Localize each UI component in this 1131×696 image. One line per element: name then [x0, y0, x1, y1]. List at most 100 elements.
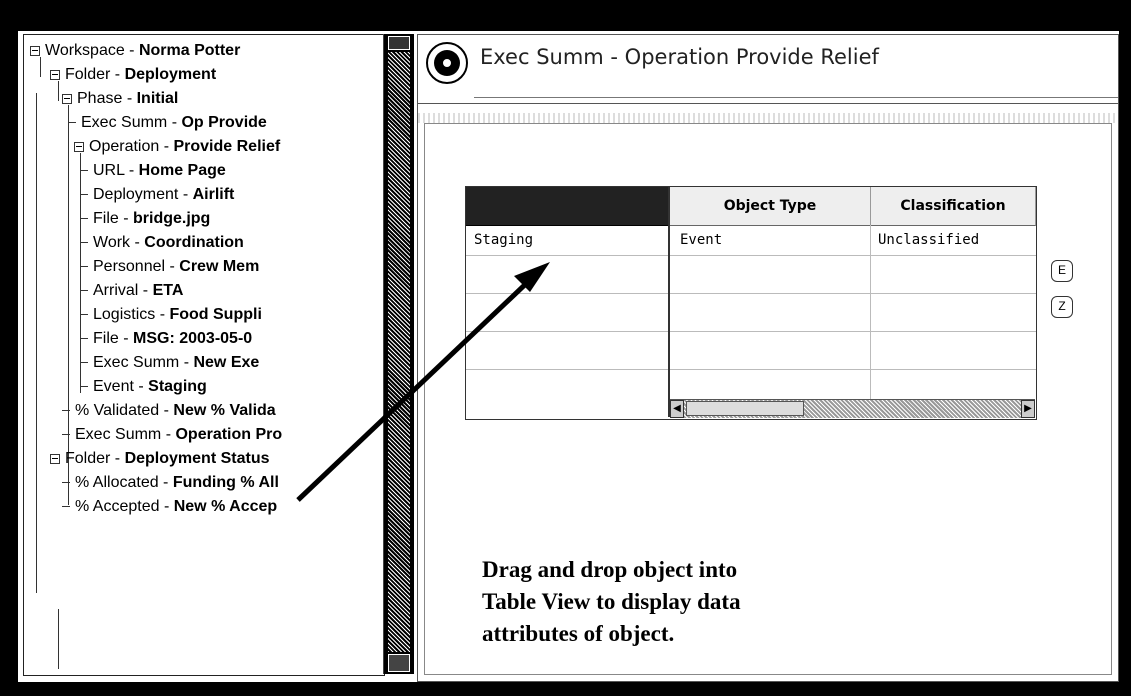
tree-item-sep: -	[138, 282, 153, 299]
tree-item-name: Op Provide	[181, 114, 267, 131]
tree-item-event-staging[interactable]: Event - Staging	[80, 375, 207, 399]
side-button-z[interactable]: Z	[1051, 296, 1073, 318]
tree-item-sep: -	[158, 474, 173, 491]
tree-item-folder-status[interactable]: Folder - Deployment Status	[50, 447, 270, 471]
tree-item-accepted[interactable]: % Accepted - New % Accep	[62, 495, 277, 519]
table-row-header-column: Staging	[466, 187, 670, 417]
tree-item-sep: -	[179, 354, 194, 371]
workspace-tree: Workspace - Norma Potter Folder - Deploy…	[23, 34, 385, 676]
tree-connector	[80, 290, 88, 292]
tree-item-type: Phase	[77, 90, 123, 107]
collapse-icon[interactable]	[50, 453, 60, 464]
collapse-icon[interactable]	[50, 69, 60, 80]
tree-item-exec-summ-op[interactable]: Exec Summ - Op Provide	[68, 111, 267, 135]
collapse-icon[interactable]	[30, 45, 40, 56]
tree-item-arrival[interactable]: Arrival - ETA	[80, 279, 183, 303]
tree-item-phase[interactable]: Phase - Initial	[62, 87, 178, 111]
scroll-right-icon[interactable]: ▶	[1021, 400, 1035, 418]
tree-item-logistics[interactable]: Logistics - Food Suppli	[80, 303, 262, 327]
tree-item-exec-summ-operation[interactable]: Exec Summ - Operation Pro	[62, 423, 282, 447]
tree-item-sep: -	[133, 378, 149, 395]
tree-item-type: Workspace	[45, 42, 125, 59]
tree-connector	[80, 218, 88, 220]
tree-item-work[interactable]: Work - Coordination	[80, 231, 244, 255]
table-view[interactable]: Staging Object Type Classification Event…	[465, 186, 1037, 420]
tree-item-workspace[interactable]: Workspace - Norma Potter	[30, 39, 240, 63]
tree-item-type: Exec Summ	[93, 354, 180, 371]
tree-item-name: Coordination	[144, 234, 244, 251]
tree-connector	[62, 434, 70, 436]
exec-summ-panel: Exec Summ - Operation Provide Relief Sta…	[417, 34, 1119, 682]
table-row-label[interactable]: Staging	[474, 232, 533, 248]
tree-item-deployment[interactable]: Deployment - Airlift	[80, 183, 234, 207]
tree-item-sep: -	[118, 330, 133, 347]
tree-item-name: Norma Potter	[138, 42, 241, 59]
tree-item-allocated[interactable]: % Allocated - Funding % All	[62, 471, 279, 495]
tree-item-name: ETA	[152, 282, 184, 299]
tree-scrollbar[interactable]	[383, 34, 414, 674]
tree-item-name: Provide Relief	[173, 138, 281, 155]
tree-item-sep: -	[159, 138, 174, 155]
tree-item-type: % Allocated	[75, 474, 159, 491]
tree-item-name: Crew Mem	[179, 258, 260, 275]
tree-item-file-msg[interactable]: File - MSG: 2003-05-0	[80, 327, 252, 351]
scroll-track[interactable]	[388, 52, 410, 652]
tree-item-type: % Validated	[75, 402, 160, 419]
tree-item-type: File	[93, 330, 119, 347]
tree-item-name: Deployment	[124, 66, 217, 83]
tree-connector	[68, 122, 76, 124]
tree-item-sep: -	[159, 402, 174, 419]
instruction-line-2: Table View to display data	[482, 589, 741, 614]
tree-item-type: % Accepted	[75, 498, 160, 515]
tree-item-type: Arrival	[93, 282, 139, 299]
collapse-icon[interactable]	[62, 93, 72, 104]
table-cell-object-type: Event	[680, 232, 723, 248]
tree-connector	[80, 338, 88, 340]
tree-item-name: New Exe	[193, 354, 260, 371]
tree-item-sep: -	[118, 210, 133, 227]
tree-item-sep: -	[159, 498, 174, 515]
tree-item-validated[interactable]: % Validated - New % Valida	[62, 399, 276, 423]
tree-item-folder-deployment[interactable]: Folder - Deployment	[50, 63, 216, 87]
tree-connector	[80, 194, 88, 196]
table-corner-header	[466, 187, 668, 226]
tree-connector	[80, 170, 88, 172]
tree-item-type: Logistics	[93, 306, 156, 323]
tree-connector	[80, 386, 88, 388]
table-horizontal-scrollbar[interactable]: ◀ ▶	[670, 399, 1035, 418]
scroll-left-icon[interactable]: ◀	[670, 400, 684, 418]
tree-item-sep: -	[124, 162, 139, 179]
column-header-classification[interactable]: Classification	[871, 187, 1036, 226]
tree-item-url[interactable]: URL - Home Page	[80, 159, 226, 183]
scroll-up-button[interactable]	[388, 36, 410, 50]
tree-connector	[62, 482, 70, 484]
header-band	[418, 113, 1118, 123]
tree-item-type: Deployment	[93, 186, 179, 203]
tree-item-sep: -	[122, 90, 137, 107]
tree-item-name: Initial	[136, 90, 179, 107]
tree-item-sep: -	[110, 450, 125, 467]
tree-item-type: Personnel	[93, 258, 166, 275]
scroll-thumb[interactable]	[686, 401, 804, 416]
panel-header: Exec Summ - Operation Provide Relief	[418, 35, 1118, 104]
table-cell-classification: Unclassified	[878, 232, 980, 248]
tree-item-name: Home Page	[138, 162, 226, 179]
scroll-down-button[interactable]	[388, 654, 410, 672]
tree-item-type: File	[93, 210, 119, 227]
instruction-line-1: Drag and drop object into	[482, 557, 738, 582]
collapse-icon[interactable]	[74, 141, 84, 152]
target-logo-icon	[426, 42, 468, 84]
tree-item-type: Operation	[89, 138, 160, 155]
tree-item-type: Exec Summ	[75, 426, 162, 443]
tree-item-exec-summ-new[interactable]: Exec Summ - New Exe	[80, 351, 259, 375]
tree-connector	[62, 506, 70, 508]
side-button-e[interactable]: E	[1051, 260, 1073, 282]
column-header-object-type[interactable]: Object Type	[670, 187, 871, 226]
tree-item-operation[interactable]: Operation - Provide Relief	[74, 135, 280, 159]
tree-item-sep: -	[167, 114, 182, 131]
tree-item-sep: -	[124, 42, 139, 59]
tree-item-file-bridge[interactable]: File - bridge.jpg	[80, 207, 210, 231]
instruction-line-3: attributes of object.	[482, 621, 675, 646]
tree-item-personnel[interactable]: Personnel - Crew Mem	[80, 255, 259, 279]
tree-item-type: Exec Summ	[81, 114, 168, 131]
